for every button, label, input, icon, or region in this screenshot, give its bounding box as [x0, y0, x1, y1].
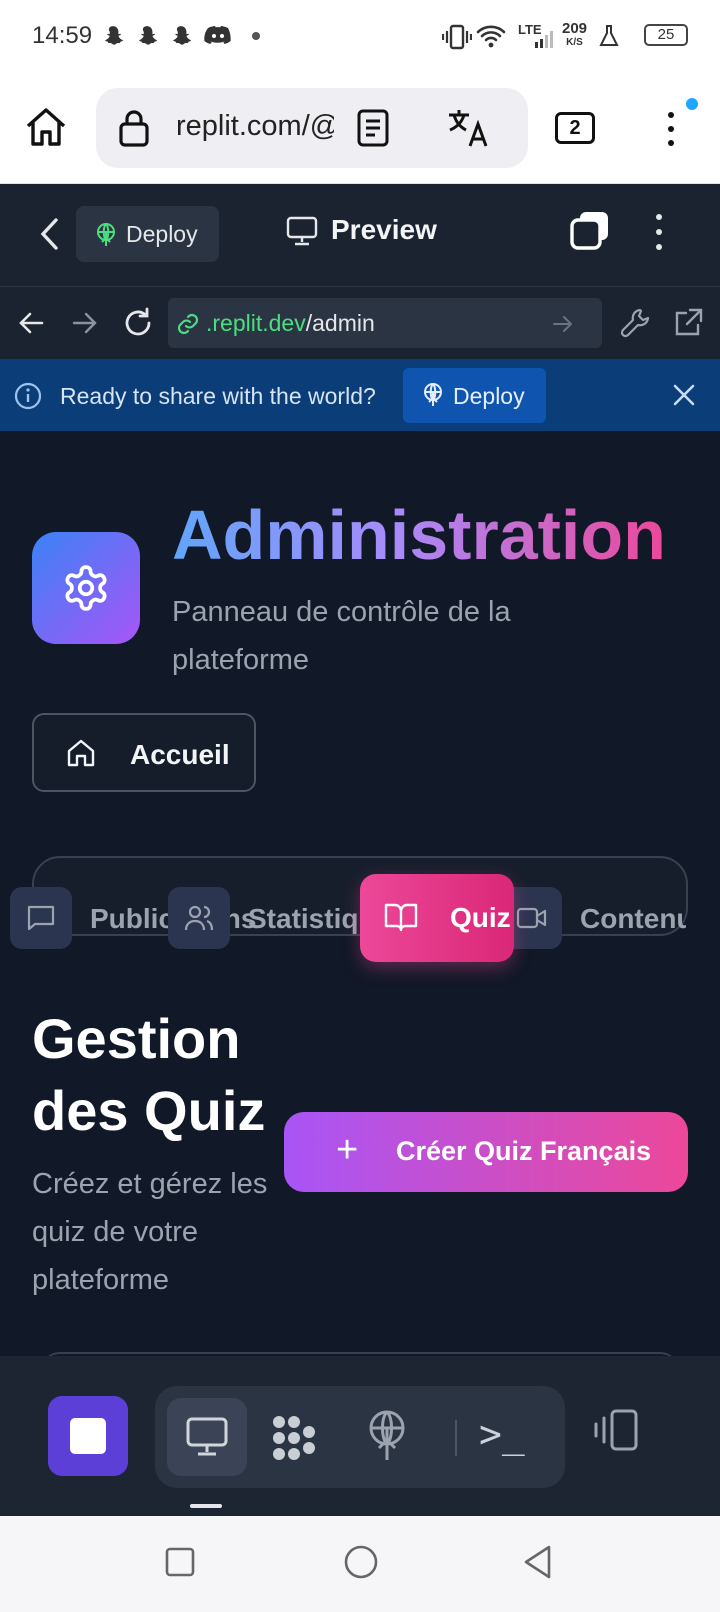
link-icon	[177, 313, 199, 335]
page-subtitle: Panneau de contrôle de la plateforme	[172, 596, 511, 676]
status-bar: 14:59 LTE 209 K/S 25	[0, 0, 720, 72]
video-icon	[516, 907, 547, 929]
url-bar[interactable]: replit.com/@	[96, 88, 528, 168]
signal-icon	[535, 31, 553, 48]
users-icon	[184, 905, 214, 931]
tab-contenu[interactable]: Contenu	[580, 903, 686, 935]
banner-deploy-label: Deploy	[453, 383, 525, 409]
external-link-icon[interactable]	[672, 307, 704, 339]
arrow-right-icon[interactable]	[72, 311, 98, 335]
replit-header: Deploy Preview	[0, 184, 720, 287]
tab-switcher-button[interactable]: 2	[555, 112, 595, 144]
stop-icon	[70, 1418, 106, 1454]
lock-icon	[119, 110, 149, 147]
deploy-button-label: Deploy	[126, 221, 198, 247]
banner-deploy-button[interactable]: Deploy	[403, 368, 546, 423]
go-arrow-icon[interactable]	[552, 314, 574, 334]
workspace-icon[interactable]	[269, 1414, 319, 1462]
translate-icon[interactable]	[446, 106, 490, 150]
device-icon[interactable]	[592, 1408, 640, 1452]
dock-separator	[455, 1420, 457, 1456]
info-icon	[14, 382, 42, 410]
notification-dot	[686, 98, 698, 110]
home-nav-icon[interactable]	[343, 1544, 379, 1580]
active-indicator	[190, 1504, 222, 1508]
section-description: Créez et gérez les quiz de votre platefo…	[32, 1168, 268, 1296]
preview-icon	[186, 1417, 228, 1456]
create-quiz-label: Créer Quiz Français	[396, 1136, 652, 1166]
arrow-left-icon[interactable]	[18, 311, 44, 335]
tab-quiz[interactable]: Quiz	[360, 874, 514, 962]
refresh-icon[interactable]	[122, 307, 154, 339]
admin-logo	[32, 532, 140, 644]
shell-icon[interactable]: >_	[479, 1412, 525, 1456]
reader-mode-icon[interactable]	[356, 108, 390, 148]
deploy-icon	[97, 223, 115, 246]
flask-icon	[599, 25, 619, 46]
dock-tool-group: >_	[155, 1386, 565, 1488]
home-icon	[67, 739, 95, 767]
battery-icon: 25	[644, 24, 688, 46]
net-speed-unit: K/S	[566, 37, 583, 48]
create-quiz-button[interactable]: + Créer Quiz Français	[284, 1112, 688, 1192]
book-open-icon	[384, 903, 418, 932]
snapchat-icon	[139, 26, 157, 45]
recents-icon[interactable]	[164, 1546, 196, 1578]
android-nav-bar	[0, 1516, 720, 1612]
net-speed-value: 209	[562, 20, 588, 37]
vibrate-icon	[442, 24, 472, 50]
plus-icon: +	[336, 1129, 359, 1171]
message-square-icon	[27, 905, 55, 931]
browser-toolbar: replit.com/@ 2	[0, 72, 720, 184]
preview-tool-button[interactable]	[167, 1398, 247, 1476]
wrench-icon[interactable]	[620, 307, 652, 339]
url-text[interactable]: replit.com/@	[176, 110, 334, 143]
url-path: /admin	[305, 310, 375, 336]
dot-icon	[252, 32, 260, 40]
home-button[interactable]: Accueil	[32, 713, 256, 792]
webview-address-bar: .replit.dev/admin	[0, 287, 720, 359]
deploy-icon[interactable]	[365, 1408, 409, 1462]
home-icon[interactable]	[24, 106, 68, 148]
tab-statistiques-icon-box[interactable]	[168, 887, 230, 949]
tab-quiz-label: Quiz	[450, 902, 511, 933]
banner-message: Ready to share with the world?	[60, 383, 376, 409]
stop-button[interactable]	[48, 1396, 128, 1476]
section-title: Gestion des Quiz	[32, 1007, 266, 1142]
webview-url-field[interactable]: .replit.dev/admin	[168, 298, 602, 348]
deploy-button[interactable]: Deploy	[76, 206, 219, 262]
url-domain: .replit.dev	[206, 310, 306, 336]
home-button-label: Accueil	[130, 739, 230, 770]
deploy-banner: Ready to share with the world? Deploy	[0, 359, 720, 431]
status-time: 14:59	[32, 22, 93, 49]
back-chevron-icon[interactable]	[38, 216, 62, 252]
tab-statistiques[interactable]: Statistiques	[248, 903, 363, 935]
wifi-icon	[476, 25, 506, 48]
close-icon[interactable]	[672, 383, 696, 407]
tabs-icon[interactable]	[568, 208, 612, 252]
monitor-icon	[286, 216, 318, 246]
back-nav-icon[interactable]	[522, 1544, 554, 1580]
menu-icon[interactable]	[668, 106, 674, 150]
replit-dock: >_	[0, 1356, 720, 1516]
discord-icon	[204, 26, 231, 44]
preview-title[interactable]: Preview	[331, 214, 437, 246]
deploy-icon	[424, 383, 442, 406]
snapchat-icon	[173, 26, 191, 45]
more-options-icon[interactable]	[656, 214, 662, 254]
snapchat-icon	[105, 26, 123, 45]
tab-publications-icon-box[interactable]	[10, 887, 72, 949]
gear-icon	[65, 565, 107, 611]
page-title: Administration	[172, 496, 666, 574]
